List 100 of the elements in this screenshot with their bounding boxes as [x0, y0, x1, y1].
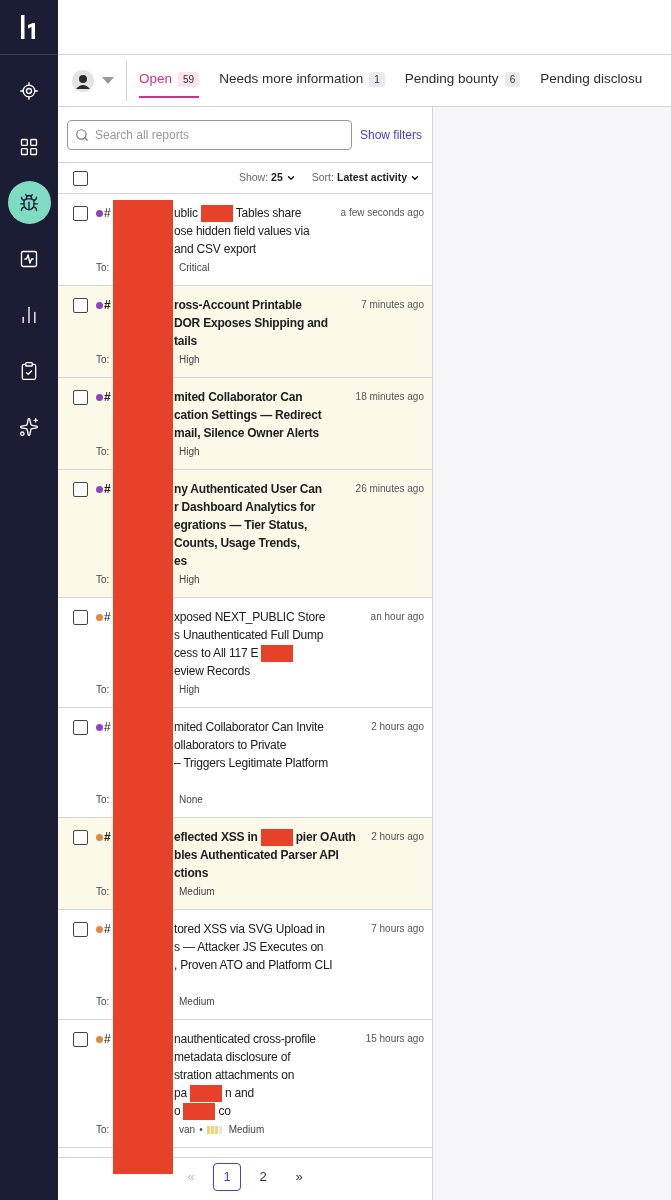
title-text: es [174, 553, 187, 570]
severity-text: Critical [179, 261, 210, 275]
severity-text: Medium [179, 885, 215, 899]
report-row[interactable]: # To: tored XSS via SVG Upload in s — Attacker JS Executes on , Proven ATO and Platform CLI 7 hours ago Medium [58, 910, 432, 1020]
assignee-label: To: [96, 573, 111, 587]
caret-icon[interactable] [102, 77, 114, 84]
time-text: 15 hours ago [365, 1032, 424, 1046]
title-text: and CSV export [174, 241, 256, 258]
report-number: # [104, 297, 111, 314]
title-text: tails [174, 333, 197, 350]
assignee-label: To: [96, 885, 111, 899]
redaction-block [183, 1102, 216, 1120]
pagination-button[interactable]: 1 [213, 1163, 241, 1191]
checkbox[interactable] [73, 170, 88, 186]
title-text: r Dashboard Analytics for [174, 499, 316, 516]
clipboard-check-icon [19, 360, 39, 381]
severity-text: High [179, 683, 200, 697]
sidebar-item[interactable] [7, 181, 51, 224]
logo-icon [20, 15, 38, 39]
show-filters-link[interactable]: Show filters [359, 125, 422, 144]
tab[interactable]: Pending disclosu [540, 63, 643, 98]
title-text: Tables share [235, 205, 302, 222]
severity-text: High [179, 445, 200, 459]
title-text: nauthenticated cross-profile [174, 1031, 316, 1048]
report-row[interactable]: # To: nauthenticated cross-profile metadata disclosure of stration attachments on pa n and o co 15 hours ago van • Medium [58, 1020, 432, 1148]
severity-text: Medium [228, 1123, 265, 1137]
redaction-block [189, 1084, 222, 1102]
report-row[interactable]: # To: mited Collaborator Can cation Settings — Redirect mail, Silence Owner Alerts 18 minutes ago High [58, 378, 432, 470]
tab[interactable]: Pending bounty 6 [404, 63, 521, 98]
checkbox[interactable] [73, 1032, 88, 1047]
bug-icon [19, 192, 39, 213]
checkbox[interactable] [73, 298, 88, 313]
time-text: an hour ago [370, 610, 424, 624]
title-text: s Unauthenticated Full Dump [174, 627, 324, 644]
report-number: # [104, 205, 111, 222]
time-text: 18 minutes ago [355, 390, 424, 404]
pagination-button[interactable]: 2 [249, 1163, 277, 1191]
grid-icon [19, 136, 39, 157]
assignee-label: To: [96, 683, 111, 697]
report-row[interactable]: # To: ross-Account Printable DOR Exposes Shipping and tails 7 minutes ago High [58, 286, 432, 378]
title-text: mited Collaborator Can [174, 389, 303, 406]
title-text: egrations — Tier Status, [174, 517, 307, 534]
title-text: ublic [174, 205, 198, 222]
checkbox[interactable] [73, 206, 88, 221]
title-text: mited Collaborator Can Invite [174, 719, 324, 736]
sort-dropdown[interactable]: Sort: Latest activity [311, 170, 420, 186]
report-number: # [104, 609, 111, 626]
checkbox[interactable] [73, 482, 88, 497]
assignee-label: To: [96, 793, 111, 807]
title-text: cation Settings — Redirect [174, 407, 322, 424]
time-text: 2 hours ago [371, 830, 424, 844]
tab[interactable]: Needs more information 1 [219, 63, 385, 98]
title-text: co [218, 1103, 231, 1120]
report-row[interactable]: # To: mited Collaborator Can Invite ollaborators to Private – Triggers Legitimate Platform 2 hours ago None [58, 708, 432, 818]
title-text: tored XSS via SVG Upload in [174, 921, 325, 938]
checkbox[interactable] [73, 922, 88, 937]
checkbox[interactable] [73, 390, 88, 405]
sparkles-icon [19, 416, 39, 437]
checkbox[interactable] [73, 830, 88, 845]
assignee-name: van [179, 1123, 196, 1137]
report-number: # [104, 829, 111, 846]
title-text: cess to All 117 E [174, 645, 259, 662]
caret-icon [285, 173, 296, 183]
tab[interactable]: Open 59 [139, 63, 200, 98]
count-badge: 6 [504, 72, 521, 87]
severity-text: High [179, 573, 200, 587]
time-text: 26 minutes ago [355, 482, 424, 496]
title-text: xposed NEXT_PUBLIC Store [174, 609, 326, 626]
title-text: eflected XSS in [174, 829, 258, 846]
title-text: , Proven ATO and Platform CLI [174, 957, 333, 974]
title-text: metadata disclosure of [174, 1049, 291, 1066]
title-text: ross-Account Printable [174, 297, 302, 314]
report-row[interactable]: # To: xposed NEXT_PUBLIC Store s Unauthenticated Full Dump cess to All 117 E eview Records an hour ago High [58, 598, 432, 708]
title-text: ctions [174, 865, 209, 882]
severity-text: Medium [179, 995, 215, 1009]
checkbox[interactable] [73, 610, 88, 625]
checkbox[interactable] [73, 720, 88, 735]
title-text: eview Records [174, 663, 251, 680]
time-text: 7 hours ago [371, 922, 424, 936]
target-icon [19, 80, 39, 101]
report-number: # [104, 719, 111, 736]
assignee-label: To: [96, 1123, 111, 1137]
title-text: n and [224, 1085, 254, 1102]
avatar-icon [72, 69, 94, 92]
severity-text: High [179, 353, 200, 367]
severity-text: None [179, 793, 203, 807]
title-text: pa [174, 1085, 187, 1102]
assignee-label: To: [96, 995, 111, 1009]
search-field[interactable]: Search all reports [67, 119, 352, 150]
redaction-block [200, 204, 233, 222]
report-row[interactable]: # To: ny Authenticated User Can r Dashboard Analytics for egrations — Tier Status, Counts, Usage Trends, es 26 minutes ago High [58, 470, 432, 598]
title-text: stration attachments on [174, 1067, 295, 1084]
report-number: # [104, 1031, 111, 1048]
report-number: # [104, 921, 111, 938]
pagination-button[interactable]: » [285, 1163, 313, 1191]
report-row[interactable]: # To: eflected XSS in pier OAuth bles Authenticated Parser API ctions 2 hours ago Medium [58, 818, 432, 910]
title-text: bles Authenticated Parser API [174, 847, 339, 864]
title-text: ollaborators to Private [174, 737, 287, 754]
title-text: pier OAuth [295, 829, 356, 846]
show-dropdown[interactable]: Show: 25 [238, 170, 296, 186]
